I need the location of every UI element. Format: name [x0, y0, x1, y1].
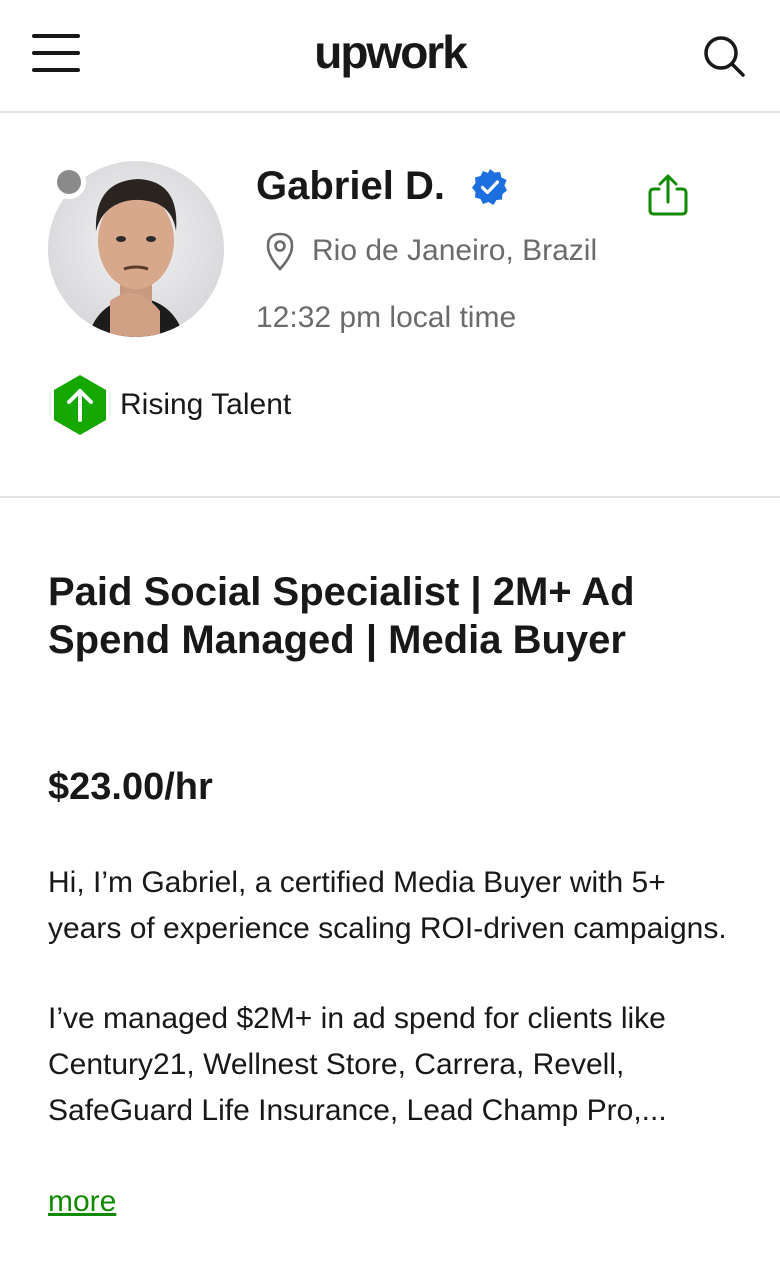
search-icon[interactable] [702, 34, 746, 78]
hamburger-menu-icon[interactable] [32, 34, 80, 72]
hourly-rate: $23.00/hr [48, 766, 213, 808]
online-status-indicator [52, 165, 86, 199]
verified-badge-icon [470, 167, 510, 207]
overview-text: Hi, I’m Gabriel, a certified Media Buyer… [48, 860, 738, 1178]
upwork-logo[interactable]: upwork [300, 24, 480, 80]
more-link[interactable]: more [48, 1180, 116, 1224]
share-icon[interactable] [644, 173, 692, 217]
profile-name: Gabriel D. [256, 164, 445, 208]
rising-talent-label: Rising Talent [120, 388, 292, 421]
rising-talent-icon [50, 373, 110, 437]
overview-paragraph: Hi, I’m Gabriel, a certified Media Buyer… [48, 866, 727, 945]
top-nav-bar: upwork [0, 0, 780, 113]
overview-paragraph: I’ve managed $2M+ in ad spend for client… [48, 1002, 667, 1127]
profile-card: Gabriel D. Rio de Janeiro, Brazil 12:32 … [0, 113, 780, 498]
profile-location: Rio de Janeiro, Brazil [312, 234, 598, 267]
location-pin-icon [264, 231, 296, 271]
profile-title: Paid Social Specialist | 2M+ Ad Spend Ma… [48, 570, 635, 662]
profile-local-time: 12:32 pm local time [256, 301, 517, 334]
